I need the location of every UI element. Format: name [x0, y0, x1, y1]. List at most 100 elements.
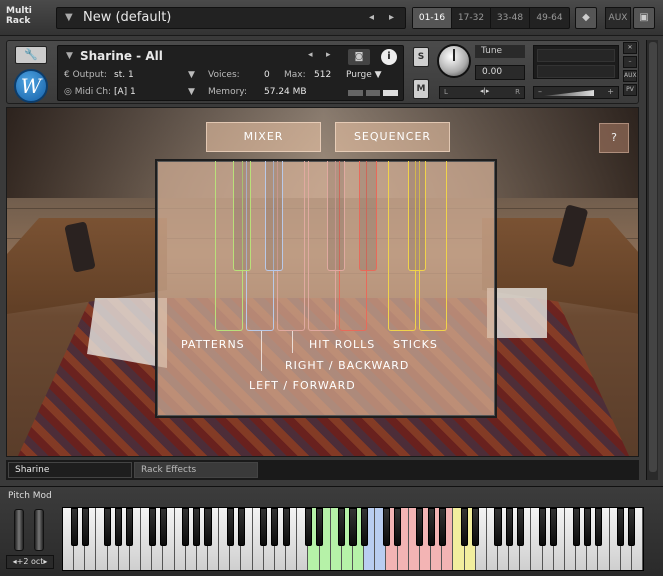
black-key[interactable]	[472, 508, 480, 546]
black-key[interactable]	[594, 508, 602, 546]
black-key[interactable]	[583, 508, 591, 546]
preset-selector[interactable]: ▼ New (default) ◂ ▸	[56, 7, 406, 29]
black-key[interactable]	[315, 508, 324, 546]
black-key[interactable]	[260, 508, 268, 546]
mixer-button[interactable]: MIXER	[206, 122, 321, 152]
solo-button[interactable]: S	[413, 47, 429, 67]
rack-tab-01-16[interactable]: 01-16	[413, 8, 452, 28]
tab-sharine[interactable]: Sharine	[8, 462, 132, 478]
rack-tab-33-48[interactable]: 33-48	[491, 8, 530, 28]
pan-left-label: L	[444, 88, 448, 96]
black-key[interactable]	[427, 508, 435, 546]
black-key[interactable]	[237, 508, 246, 546]
prev-preset-icon[interactable]: ◂	[369, 12, 374, 23]
tune-knob[interactable]	[437, 44, 471, 78]
chevron-down-icon[interactable]: ▼	[66, 51, 73, 61]
pv-small-button[interactable]: PV	[623, 84, 637, 96]
black-key[interactable]	[460, 508, 469, 546]
black-key-outline	[408, 161, 426, 271]
chevron-down-icon[interactable]: ▼	[65, 12, 73, 23]
rack-scrollbar[interactable]	[646, 40, 658, 480]
black-key[interactable]	[126, 508, 134, 546]
black-key[interactable]	[494, 508, 502, 546]
tune-value[interactable]: 0.00	[475, 65, 525, 80]
black-key[interactable]	[505, 508, 513, 546]
output-dropdown-icon[interactable]: ▼	[188, 70, 195, 80]
wrench-icon[interactable]: 🔧	[15, 46, 47, 64]
pitch-wheel[interactable]	[14, 509, 24, 551]
black-key[interactable]	[360, 508, 368, 546]
close-icon[interactable]: ✕	[623, 42, 637, 54]
black-key[interactable]	[539, 508, 547, 546]
rack-tab-49-64[interactable]: 49-64	[530, 8, 569, 28]
black-key[interactable]	[148, 508, 156, 546]
sequencer-button[interactable]: SEQUENCER	[335, 122, 450, 152]
next-instrument-icon[interactable]: ▸	[326, 50, 331, 60]
tune-label: Tune	[475, 45, 525, 58]
tab-rack-effects[interactable]: Rack Effects	[134, 462, 258, 478]
black-key[interactable]	[382, 508, 391, 546]
black-key[interactable]	[550, 508, 558, 546]
black-key[interactable]	[338, 508, 346, 546]
pan-handle-icon[interactable]: ◂|▸	[480, 87, 489, 95]
mute-button[interactable]: M	[413, 79, 429, 99]
prev-instrument-icon[interactable]: ◂	[308, 50, 313, 60]
midi-label: ◎ Midi Ch:	[64, 87, 112, 97]
black-key[interactable]	[628, 508, 636, 546]
multi-rack-label: Multi Rack	[6, 6, 32, 26]
instrument-side-buttons: ✕ – AUX PV	[623, 42, 637, 98]
max-voices-value[interactable]: 512	[314, 70, 331, 80]
help-button[interactable]: ?	[599, 123, 629, 153]
aux-small-button[interactable]: AUX	[623, 70, 637, 82]
mod-wheel[interactable]	[34, 509, 44, 551]
rack-page-tabs: 01-16 17-32 33-48 49-64	[412, 7, 570, 29]
midi-dropdown-icon[interactable]: ▼	[188, 87, 195, 97]
max-label: Max:	[284, 70, 306, 80]
black-key-outline	[265, 161, 283, 271]
black-key[interactable]	[349, 508, 357, 546]
black-key[interactable]	[204, 508, 212, 546]
instrument-logo[interactable]: W	[14, 69, 48, 103]
label-left-forward: LEFT / FORWARD	[249, 379, 356, 392]
instrument-name[interactable]: Sharine - All	[80, 49, 163, 63]
rack-tab-17-32[interactable]: 17-32	[452, 8, 491, 28]
black-key[interactable]	[193, 508, 201, 546]
camera-icon[interactable]: ◙	[348, 49, 370, 65]
black-key[interactable]	[282, 508, 290, 546]
purge-menu[interactable]: Purge ▼	[346, 70, 382, 80]
midi-channel-value[interactable]: [A] 1	[114, 87, 136, 97]
multi-rack-label-line1: Multi	[6, 6, 32, 16]
octave-shift-control[interactable]: ◂+2 oct▸	[6, 555, 54, 569]
black-key[interactable]	[271, 508, 279, 546]
black-key[interactable]	[115, 508, 123, 546]
piano-keyboard[interactable]	[62, 507, 644, 571]
black-key[interactable]	[438, 508, 446, 546]
rack-view-icon[interactable]: ▣	[633, 7, 655, 29]
black-key[interactable]	[159, 508, 167, 546]
black-key[interactable]	[516, 508, 524, 546]
black-key[interactable]	[81, 508, 89, 546]
diamond-icon[interactable]: ◆	[575, 7, 597, 29]
black-key[interactable]	[104, 508, 112, 546]
label-sticks: STICKS	[393, 338, 438, 351]
instrument-header: 🔧 W ▼ Sharine - All ◂ ▸ ◙ i € Output: st…	[6, 40, 639, 104]
volume-slider[interactable]: – +	[533, 86, 619, 99]
black-key[interactable]	[617, 508, 625, 546]
voices-label: Voices:	[208, 70, 240, 80]
aux-toggle-button[interactable]: AUX	[605, 7, 631, 29]
black-key[interactable]	[70, 508, 78, 546]
midi-label-text: Midi Ch:	[74, 87, 112, 97]
black-key[interactable]	[572, 508, 580, 546]
next-preset-icon[interactable]: ▸	[389, 12, 394, 23]
scroll-thumb[interactable]	[649, 42, 657, 472]
minimize-icon[interactable]: –	[623, 56, 637, 68]
black-key[interactable]	[394, 508, 402, 546]
black-key[interactable]	[304, 508, 312, 546]
black-key[interactable]	[226, 508, 234, 546]
instrument-info-box: ▼ Sharine - All ◂ ▸ ◙ i € Output: st. 1 …	[57, 45, 404, 101]
black-key[interactable]	[416, 508, 424, 546]
pan-slider[interactable]: L ◂|▸ R	[439, 86, 525, 99]
info-icon[interactable]: i	[381, 49, 397, 65]
output-value[interactable]: st. 1	[114, 70, 134, 80]
black-key[interactable]	[182, 508, 190, 546]
